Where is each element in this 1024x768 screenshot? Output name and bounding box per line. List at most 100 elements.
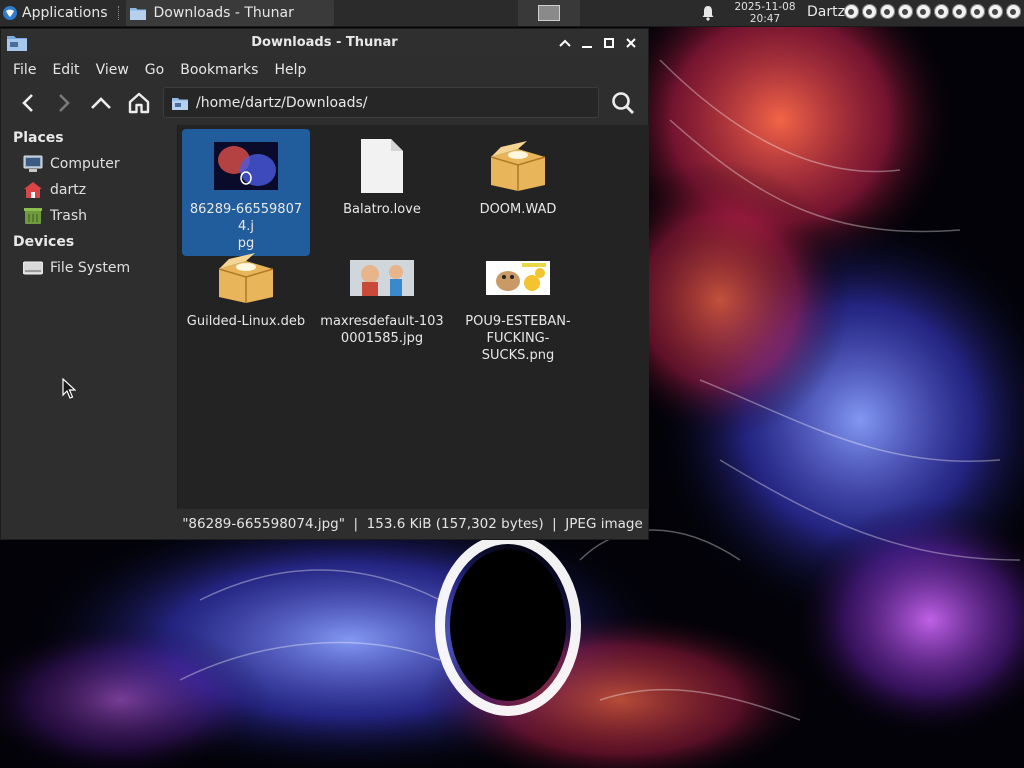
image-thumbnail bbox=[456, 245, 580, 311]
tray-app-icon[interactable] bbox=[916, 4, 931, 19]
window-close-button[interactable] bbox=[620, 33, 642, 53]
close-icon bbox=[626, 38, 636, 48]
file-name: Balatro.love bbox=[343, 202, 421, 217]
sidebar-item-trash[interactable]: Trash bbox=[1, 203, 176, 229]
menu-help[interactable]: Help bbox=[266, 62, 314, 78]
home-button[interactable] bbox=[122, 86, 156, 120]
workspace-switcher[interactable] bbox=[518, 0, 580, 26]
cartoon-characters-thumbnail-icon bbox=[350, 260, 414, 296]
sidebar-item-label: Computer bbox=[50, 156, 120, 172]
xfce-logo-icon bbox=[3, 6, 17, 20]
system-tray bbox=[844, 4, 1024, 19]
thunar-window: Downloads - Thunar File Edit View Go Boo… bbox=[0, 28, 649, 540]
menu-edit[interactable]: Edit bbox=[44, 62, 87, 78]
image-thumbnail bbox=[320, 245, 444, 311]
menu-go[interactable]: Go bbox=[137, 62, 172, 78]
workspace-1[interactable] bbox=[538, 5, 560, 21]
side-pane: Places Computer dartz Trash Devices File… bbox=[1, 125, 176, 509]
tray-app-icon[interactable] bbox=[934, 4, 949, 19]
file-name: POU9-ESTEBAN- FUCKING- SUCKS.png bbox=[465, 314, 571, 363]
package-box-icon bbox=[218, 253, 274, 303]
window-shade-button[interactable] bbox=[554, 33, 576, 53]
sidebar-item-computer[interactable]: Computer bbox=[1, 151, 176, 177]
location-path: /home/dartz/Downloads/ bbox=[196, 94, 368, 111]
home-folder-icon bbox=[23, 180, 43, 200]
tray-app-icon[interactable] bbox=[952, 4, 967, 19]
sidebar-item-label: File System bbox=[50, 260, 131, 276]
package-box-icon bbox=[490, 141, 546, 191]
tray-app-icon[interactable] bbox=[1006, 4, 1021, 19]
computer-icon bbox=[23, 154, 43, 174]
package-thumbnail bbox=[184, 245, 308, 311]
file-name: DOOM.WAD bbox=[479, 202, 557, 217]
arrow-right-icon bbox=[59, 94, 70, 112]
package-thumbnail bbox=[456, 133, 580, 199]
tray-app-icon[interactable] bbox=[970, 4, 985, 19]
sidebar-item-label: dartz bbox=[50, 182, 87, 198]
applications-menu-button[interactable]: Applications bbox=[0, 0, 112, 26]
window-maximize-button[interactable] bbox=[598, 33, 620, 53]
arrow-left-icon bbox=[22, 94, 33, 112]
tray-app-icon[interactable] bbox=[844, 4, 859, 19]
menu-view[interactable]: View bbox=[88, 62, 137, 78]
search-button[interactable] bbox=[606, 86, 640, 120]
file-item-guilded-linux-deb[interactable]: Guilded-Linux.deb bbox=[182, 241, 310, 334]
window-minimize-button[interactable] bbox=[576, 33, 598, 53]
minimize-icon bbox=[582, 46, 592, 48]
menubar: File Edit View Go Bookmarks Help bbox=[1, 57, 648, 83]
devices-header: Devices bbox=[13, 234, 75, 250]
tray-app-icon[interactable] bbox=[988, 4, 1003, 19]
location-bar[interactable]: /home/dartz/Downloads/ bbox=[163, 87, 599, 118]
sidebar-item-label: Trash bbox=[50, 208, 87, 224]
maximize-icon bbox=[604, 38, 614, 48]
tray-app-icon[interactable] bbox=[898, 4, 913, 19]
chevron-up-icon bbox=[559, 39, 571, 47]
parent-folder-button[interactable] bbox=[84, 86, 118, 120]
mouse-cursor-icon bbox=[62, 378, 76, 399]
menu-bookmarks[interactable]: Bookmarks bbox=[172, 62, 266, 78]
clock-date: 2025-11-08 bbox=[734, 1, 796, 13]
tray-app-icon[interactable] bbox=[880, 4, 895, 19]
home-icon bbox=[128, 92, 150, 114]
clock[interactable]: 2025-11-08 20:47 bbox=[726, 0, 804, 27]
session-username[interactable]: Dartz bbox=[807, 4, 845, 20]
pou-image-thumbnail-icon bbox=[486, 261, 550, 295]
tray-app-icon[interactable] bbox=[862, 4, 877, 19]
window-title: Downloads - Thunar bbox=[251, 35, 398, 50]
back-button[interactable] bbox=[11, 86, 45, 120]
file-icon-view[interactable]: 86289-665598074.j pg Balatro.love DOOM.W… bbox=[177, 125, 649, 509]
blank-document-icon bbox=[361, 139, 403, 193]
places-header: Places bbox=[13, 130, 64, 146]
statusbar: "86289-665598074.jpg" | 153.6 KiB (157,3… bbox=[177, 509, 648, 539]
image-thumbnail bbox=[184, 133, 308, 199]
top-panel: Applications Downloads - Thunar 2025-11-… bbox=[0, 0, 1024, 27]
folder-icon bbox=[129, 8, 146, 20]
sidebar-item-file-system[interactable]: File System bbox=[1, 255, 176, 281]
trash-icon bbox=[23, 206, 43, 226]
search-icon bbox=[612, 92, 634, 114]
sidebar-item-dartz[interactable]: dartz bbox=[1, 177, 176, 203]
wolf-image-thumbnail-icon bbox=[214, 142, 278, 190]
file-item-86289-jpg[interactable]: 86289-665598074.j pg bbox=[182, 129, 310, 256]
window-titlebar[interactable]: Downloads - Thunar bbox=[1, 29, 648, 57]
file-item-pou9-png[interactable]: POU9-ESTEBAN- FUCKING- SUCKS.png bbox=[454, 241, 582, 368]
file-name: maxresdefault-103 0001585.jpg bbox=[320, 314, 444, 346]
forward-button[interactable] bbox=[47, 86, 81, 120]
toolbar: /home/dartz/Downloads/ bbox=[1, 83, 648, 123]
file-item-balatro-love[interactable]: Balatro.love bbox=[318, 129, 446, 222]
taskbar-item-thunar[interactable]: Downloads - Thunar bbox=[125, 0, 334, 26]
notification-bell-icon[interactable] bbox=[700, 5, 716, 21]
menu-file[interactable]: File bbox=[5, 62, 44, 78]
file-item-maxresdefault-jpg[interactable]: maxresdefault-103 0001585.jpg bbox=[318, 241, 446, 351]
folder-icon bbox=[172, 97, 188, 110]
window-controls bbox=[554, 33, 642, 53]
statusbar-text: "86289-665598074.jpg" | 153.6 KiB (157,3… bbox=[182, 516, 643, 532]
arrow-up-icon bbox=[91, 97, 111, 109]
panel-separator bbox=[117, 6, 120, 20]
file-name: Guilded-Linux.deb bbox=[186, 314, 306, 329]
applications-label: Applications bbox=[22, 5, 108, 21]
taskbar-item-label: Downloads - Thunar bbox=[153, 5, 294, 21]
drive-icon bbox=[23, 258, 43, 278]
file-item-doom-wad[interactable]: DOOM.WAD bbox=[454, 129, 582, 222]
generic-file-thumbnail bbox=[320, 133, 444, 199]
